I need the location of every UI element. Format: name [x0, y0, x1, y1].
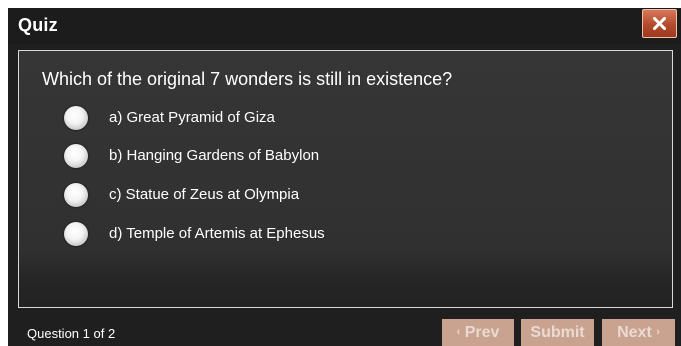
- option-d[interactable]: d) Temple of Artemis at Ephesus: [64, 222, 464, 252]
- quiz-dialog: Quiz Which of the original 7 wonders is …: [8, 8, 681, 346]
- option-b[interactable]: b) Hanging Gardens of Babylon: [64, 144, 464, 174]
- chevron-right-icon: ›: [656, 326, 660, 338]
- title-bar: Quiz: [8, 8, 681, 44]
- prev-button[interactable]: ‹ Prev: [442, 319, 514, 346]
- close-button[interactable]: [642, 9, 677, 38]
- question-panel: Which of the original 7 wonders is still…: [18, 50, 673, 308]
- chevron-left-icon: ‹: [456, 326, 461, 338]
- radio-button[interactable]: [64, 222, 88, 246]
- submit-button[interactable]: Submit: [521, 319, 594, 346]
- option-a[interactable]: a) Great Pyramid of Giza: [64, 106, 464, 136]
- next-label: Next: [617, 324, 652, 341]
- option-label: c) Statue of Zeus at Olympia: [109, 186, 300, 203]
- radio-button[interactable]: [64, 144, 88, 168]
- close-icon: [653, 17, 666, 30]
- option-label: d) Temple of Artemis at Ephesus: [109, 225, 325, 242]
- radio-button[interactable]: [64, 106, 88, 130]
- option-c[interactable]: c) Statue of Zeus at Olympia: [64, 183, 464, 213]
- prev-label: Prev: [464, 324, 500, 341]
- dialog-title: Quiz: [18, 15, 58, 35]
- option-label: b) Hanging Gardens of Babylon: [109, 147, 320, 164]
- submit-label: Submit: [530, 324, 585, 341]
- radio-button[interactable]: [64, 183, 88, 207]
- question-progress: Question 1 of 2: [27, 326, 116, 341]
- question-text: Which of the original 7 wonders is still…: [42, 69, 453, 89]
- next-button[interactable]: Next ›: [602, 319, 675, 346]
- option-label: a) Great Pyramid of Giza: [109, 109, 275, 126]
